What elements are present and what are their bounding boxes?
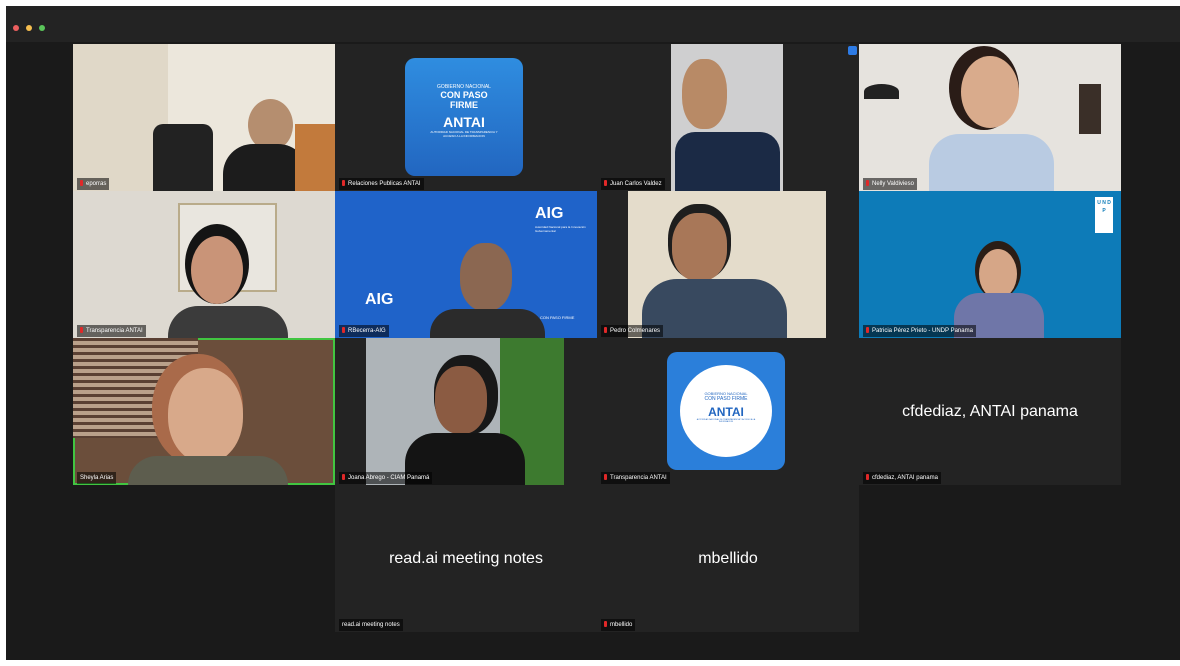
close-window-button[interactable] bbox=[13, 25, 19, 31]
participant-name-label: Juan Carlos Valdez bbox=[601, 178, 665, 190]
antai-brand: ANTAI bbox=[708, 405, 744, 419]
participant-display-name: read.ai meeting notes bbox=[389, 549, 543, 567]
muted-mic-icon bbox=[866, 474, 869, 480]
participant-display-name: mbellido bbox=[698, 549, 758, 567]
participant-name-label: Patricia Pérez Prieto - UNDP Panama bbox=[863, 325, 976, 337]
participant-avatar bbox=[460, 243, 512, 311]
video-tile[interactable]: read.ai meeting notes read.ai meeting no… bbox=[335, 485, 597, 632]
muted-mic-icon bbox=[342, 180, 345, 186]
video-tile[interactable]: Nelly Valdivieso bbox=[859, 44, 1121, 191]
muted-mic-icon bbox=[866, 180, 869, 186]
aig-brand: AIG bbox=[535, 205, 564, 222]
participant-name-label: Relaciones Publicas ANTAI bbox=[339, 178, 424, 190]
participant-name-label: cfdediaz, ANTAI panama bbox=[863, 472, 941, 484]
aig-brand: AIG bbox=[365, 291, 394, 308]
participant-name-label: read.ai meeting notes bbox=[339, 619, 403, 631]
muted-mic-icon bbox=[604, 474, 607, 480]
participant-avatar bbox=[979, 249, 1017, 299]
muted-mic-icon bbox=[604, 327, 607, 333]
participant-avatar bbox=[682, 59, 727, 129]
window-titlebar bbox=[6, 6, 1180, 42]
undp-logo: U N D P bbox=[1095, 197, 1113, 233]
video-tile[interactable]: mbellido mbellido bbox=[597, 485, 859, 632]
logo-line: CON PASO bbox=[440, 90, 488, 100]
video-tile[interactable]: GOBIERNO NACIONAL CON PASO FIRME ANTAI A… bbox=[597, 338, 859, 485]
antai-subtitle: AUTORIDAD NACIONAL DE TRANSPARENCIA Y AC… bbox=[430, 130, 498, 138]
video-tile[interactable]: Joana Abrego - CIAM Panamá bbox=[335, 338, 597, 485]
participant-avatar bbox=[961, 56, 1019, 128]
participant-name-label: Sheyla Arias bbox=[77, 472, 117, 484]
participant-name-label: Joana Abrego - CIAM Panamá bbox=[339, 472, 433, 484]
participant-avatar bbox=[191, 236, 243, 304]
maximize-window-button[interactable] bbox=[39, 25, 45, 31]
video-tile[interactable]: U N D P Patricia Pérez Prieto - UNDP Pan… bbox=[859, 191, 1121, 338]
participant-name-label: Pedro Colmenares bbox=[601, 325, 664, 337]
pin-icon[interactable] bbox=[848, 46, 857, 55]
logo-line: CON PASO FIRME bbox=[704, 396, 748, 402]
participant-name-label: eporras bbox=[77, 178, 110, 190]
muted-mic-icon bbox=[80, 180, 83, 186]
aig-footer: CON PASO FIRME bbox=[540, 315, 575, 320]
video-tile[interactable]: Pedro Colmenares bbox=[597, 191, 859, 338]
video-tile[interactable]: Juan Carlos Valdez bbox=[597, 44, 859, 191]
participant-avatar bbox=[672, 213, 727, 281]
participant-avatar bbox=[435, 366, 487, 434]
participant-name-label: Transparencia ANTAI bbox=[77, 325, 146, 337]
participant-name-label: Nelly Valdivieso bbox=[863, 178, 917, 190]
video-tile[interactable]: cfdediaz, ANTAI panama cfdediaz, ANTAI p… bbox=[859, 338, 1121, 485]
muted-mic-icon bbox=[866, 327, 869, 333]
video-tile[interactable]: GOBIERNO NACIONAL CON PASO FIRME ANTAI A… bbox=[335, 44, 597, 191]
active-speaker-tile[interactable]: Sheyla Arias bbox=[73, 338, 335, 485]
participant-avatar bbox=[168, 368, 243, 463]
meeting-window: eporras GOBIERNO NACIONAL CON PASO FIRME… bbox=[6, 6, 1180, 660]
muted-mic-icon bbox=[80, 327, 83, 333]
muted-mic-icon bbox=[342, 474, 345, 480]
participant-name-label: RBecerra-AIG bbox=[339, 325, 389, 337]
participant-name-label: Transparencia ANTAI bbox=[601, 472, 670, 484]
muted-mic-icon bbox=[604, 180, 607, 186]
minimize-window-button[interactable] bbox=[26, 25, 32, 31]
muted-mic-icon bbox=[342, 327, 345, 333]
video-tile[interactable]: Transparencia ANTAI bbox=[73, 191, 335, 338]
antai-subtitle: AUTORIDAD NACIONAL DE TRANSPARENCIA Y AC… bbox=[696, 419, 756, 423]
aig-subtitle: Autoridad Nacional para la Innovación Gu… bbox=[535, 225, 586, 233]
video-tile[interactable]: eporras bbox=[73, 44, 335, 191]
logo-line: FIRME bbox=[450, 100, 478, 110]
antai-logo-card: GOBIERNO NACIONAL CON PASO FIRME ANTAI A… bbox=[667, 352, 785, 470]
participant-display-name: cfdediaz, ANTAI panama bbox=[902, 402, 1078, 420]
participant-name-label: mbellido bbox=[601, 619, 636, 631]
antai-logo-card: GOBIERNO NACIONAL CON PASO FIRME ANTAI A… bbox=[405, 58, 523, 176]
muted-mic-icon bbox=[604, 621, 607, 627]
video-tile[interactable]: AIG Autoridad Nacional para la Innovació… bbox=[335, 191, 597, 338]
antai-brand: ANTAI bbox=[443, 114, 485, 130]
